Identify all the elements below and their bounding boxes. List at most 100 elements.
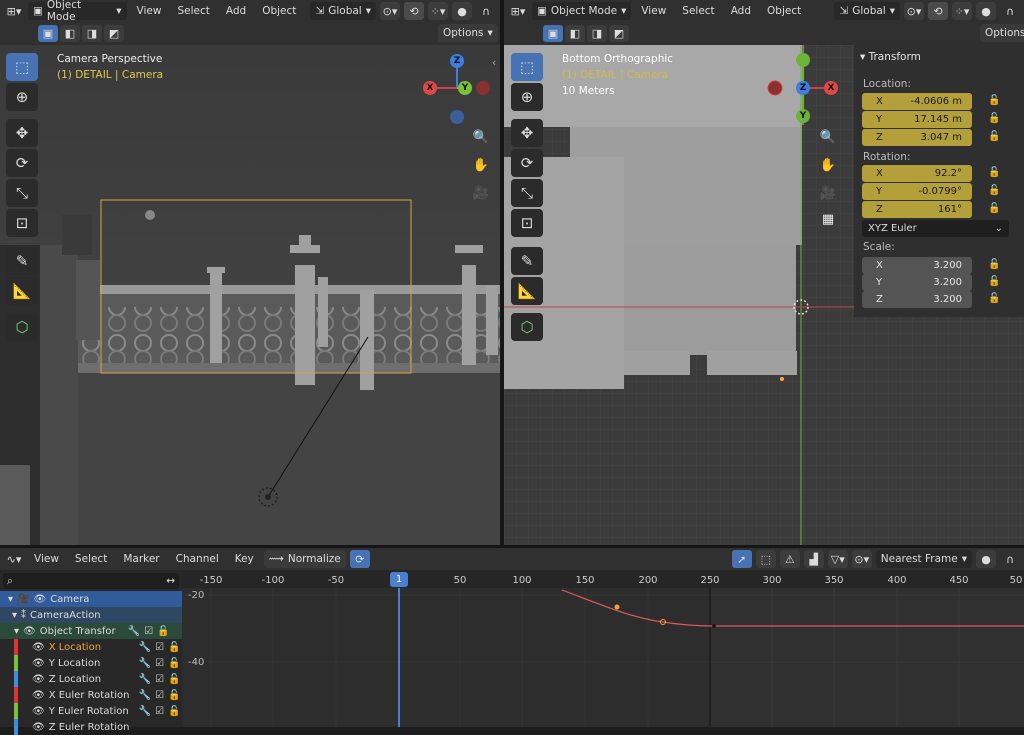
- pivot-icon[interactable]: ⊙▾: [380, 2, 400, 20]
- auto-normalize-icon[interactable]: ⟳: [349, 550, 370, 568]
- menu-add[interactable]: Add: [725, 5, 757, 17]
- camera-view-icon[interactable]: 🎥: [816, 181, 840, 205]
- annotate-tool[interactable]: ✎: [6, 247, 38, 275]
- rotation-y-field[interactable]: Y -0.0799°: [862, 183, 972, 200]
- select-extend-icon[interactable]: ◧: [565, 25, 585, 42]
- only-errors-icon[interactable]: ⚠: [779, 550, 800, 568]
- transform-tool[interactable]: ⊡: [511, 209, 543, 237]
- select-mode-buttons[interactable]: ▣ ◧ ◨ ◩: [38, 25, 132, 42]
- channel-action[interactable]: ▾ ⁑ CameraAction: [0, 607, 182, 623]
- cursor-tool[interactable]: ⊕: [6, 83, 38, 111]
- lock-icon[interactable]: 🔓: [988, 131, 1000, 142]
- left-options-button[interactable]: Options ▾: [438, 24, 498, 42]
- channel-y-rotation[interactable]: 👁 Y Euler Rotation 🔧 ☑ 🔓: [0, 703, 182, 719]
- channel-x-location[interactable]: 👁 X Location 🔧 ☑ 🔓: [0, 639, 182, 655]
- checkbox-icon[interactable]: ☑: [155, 658, 164, 669]
- graph-editor-type-icon[interactable]: ∿▾: [4, 550, 24, 568]
- menu-key[interactable]: Key: [229, 553, 260, 565]
- menu-select[interactable]: Select: [69, 553, 113, 565]
- lock-icon[interactable]: 🔓: [988, 167, 1000, 178]
- editor-type-icon[interactable]: ⊞▾: [508, 2, 528, 20]
- measure-tool[interactable]: 📐: [511, 277, 543, 305]
- add-cube-tool[interactable]: ⬡: [511, 313, 543, 341]
- select-box-tool[interactable]: ⬚: [6, 53, 38, 81]
- left-viewport[interactable]: Camera Perspective (1) DETAIL | Camera ⬚…: [0, 45, 500, 545]
- menu-view[interactable]: View: [131, 5, 168, 17]
- falloff-icon[interactable]: ∩: [476, 2, 496, 20]
- menu-view[interactable]: View: [635, 5, 672, 17]
- select-new-icon[interactable]: ▣: [38, 25, 58, 42]
- location-y-field[interactable]: Y 17.145 m: [862, 111, 972, 128]
- mode-dropdown[interactable]: ▣ Object Mode ▾: [532, 2, 632, 20]
- checkbox-icon[interactable]: ☑: [155, 674, 164, 685]
- select-new-icon[interactable]: ▣: [543, 25, 563, 42]
- gizmo-y-axis[interactable]: Y: [458, 81, 472, 95]
- collapse-arrow-icon[interactable]: ‹: [492, 57, 496, 69]
- camera-view-icon[interactable]: 🎥: [469, 181, 493, 205]
- lock-icon[interactable]: 🔓: [168, 674, 180, 685]
- snap-target-icon[interactable]: ⁘▾: [428, 2, 448, 20]
- checkbox-icon[interactable]: ☑: [144, 626, 153, 637]
- right-viewport[interactable]: Bottom Orthographic (1) DETAIL | Camera …: [504, 45, 1024, 545]
- transform-panel-title[interactable]: ▾ Transform: [860, 51, 921, 63]
- lock-icon[interactable]: 🔓: [988, 185, 1000, 196]
- lock-icon[interactable]: 🔓: [168, 658, 180, 669]
- proportional-edit-icon[interactable]: ●: [976, 550, 996, 568]
- checkbox-icon[interactable]: ☑: [155, 706, 164, 717]
- scale-x-field[interactable]: X 3.200: [862, 257, 972, 274]
- menu-select[interactable]: Select: [171, 5, 215, 17]
- mode-dropdown[interactable]: ▣ Object Mode ▾: [28, 0, 127, 23]
- proportional-edit-icon[interactable]: ●: [976, 2, 996, 20]
- select-box-tool[interactable]: ⬚: [511, 53, 543, 81]
- right-options-button[interactable]: Options▾: [980, 24, 1024, 42]
- menu-object[interactable]: Object: [256, 5, 302, 17]
- scale-tool[interactable]: ⤡: [511, 179, 543, 207]
- menu-marker[interactable]: Marker: [117, 553, 165, 565]
- lock-icon[interactable]: 🔓: [157, 626, 169, 637]
- falloff-icon[interactable]: ∩: [1000, 550, 1020, 568]
- orientation-dropdown[interactable]: ⇲ Global ▾: [310, 2, 376, 20]
- select-mode-buttons[interactable]: ▣ ◧ ◨ ◩: [543, 25, 637, 42]
- menu-view[interactable]: View: [28, 553, 65, 565]
- lock-icon[interactable]: 🔓: [168, 642, 180, 653]
- cursor-tool[interactable]: ⊕: [511, 83, 543, 111]
- channel-group[interactable]: ▾ 👁 Object Transfor 🔧 ☑ 🔓: [0, 623, 182, 639]
- transform-tool[interactable]: ⊡: [6, 209, 38, 237]
- rotate-tool[interactable]: ⟳: [511, 149, 543, 177]
- gizmo-x-axis[interactable]: X: [824, 81, 838, 95]
- snap-icon[interactable]: ⟲: [928, 2, 948, 20]
- menu-channel[interactable]: Channel: [170, 553, 225, 565]
- move-tool[interactable]: ✥: [6, 119, 38, 147]
- channel-camera[interactable]: ▾ 🎥 👁 Camera: [0, 591, 182, 607]
- rotate-tool[interactable]: ⟳: [6, 149, 38, 177]
- channel-z-rotation[interactable]: 👁 Z Euler Rotation: [0, 719, 182, 735]
- annotate-tool[interactable]: ✎: [511, 247, 543, 275]
- menu-select[interactable]: Select: [676, 5, 720, 17]
- falloff-icon[interactable]: ∩: [1000, 2, 1020, 20]
- select-extend-icon[interactable]: ◧: [60, 25, 80, 42]
- channel-search[interactable]: ⌕ ↔: [3, 573, 179, 589]
- move-tool[interactable]: ✥: [511, 119, 543, 147]
- menu-object[interactable]: Object: [761, 5, 807, 17]
- gizmo-x-axis[interactable]: X: [423, 81, 437, 95]
- lock-icon[interactable]: 🔓: [168, 706, 180, 717]
- checkbox-icon[interactable]: ☑: [155, 642, 164, 653]
- rotation-x-field[interactable]: X 92.2°: [862, 165, 972, 182]
- lock-icon[interactable]: 🔓: [988, 203, 1000, 214]
- zoom-icon[interactable]: 🔍: [816, 125, 840, 149]
- channel-x-rotation[interactable]: 👁 X Euler Rotation 🔧 ☑ 🔓: [0, 687, 182, 703]
- editor-type-icon[interactable]: ⊞▾: [4, 2, 24, 20]
- ghost-icon[interactable]: ▟: [803, 550, 824, 568]
- select-subtract-icon[interactable]: ◨: [587, 25, 607, 42]
- rotation-mode-dropdown[interactable]: XYZ Euler ⌄: [862, 220, 1009, 237]
- scale-z-field[interactable]: Z 3.200: [862, 291, 972, 308]
- snap-mode-dropdown[interactable]: Nearest Frame ▾: [875, 550, 972, 568]
- lock-icon[interactable]: 🔓: [988, 293, 1000, 304]
- only-selected-icon[interactable]: ➚: [731, 550, 752, 568]
- gizmo-z-axis[interactable]: Z: [796, 81, 810, 95]
- filter-icon[interactable]: ▽▾: [827, 550, 848, 568]
- channel-y-location[interactable]: 👁 Y Location 🔧 ☑ 🔓: [0, 655, 182, 671]
- normalize-toggle[interactable]: ⟿ Normalize: [263, 550, 346, 568]
- current-frame-indicator[interactable]: 1: [390, 572, 408, 587]
- proportional-edit-icon[interactable]: ●: [452, 2, 472, 20]
